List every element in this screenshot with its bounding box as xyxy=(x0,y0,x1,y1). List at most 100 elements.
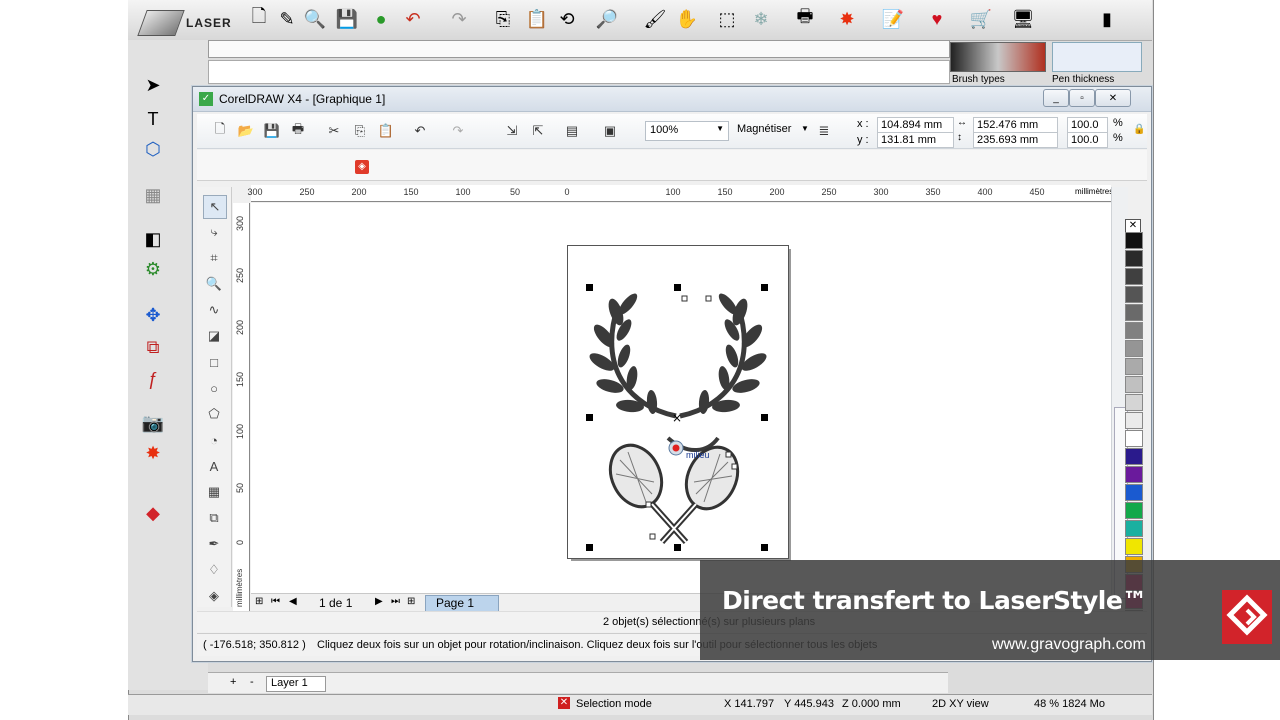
brush-icon[interactable]: 🖌 xyxy=(642,6,668,32)
snowflake-icon[interactable]: ❄ xyxy=(748,6,774,32)
table-tool-icon[interactable]: ▦ xyxy=(203,481,225,503)
interactive-tool-icon[interactable]: ⧉ xyxy=(203,507,225,529)
color-swatch[interactable] xyxy=(1125,286,1143,303)
copy-icon[interactable]: ⎘ xyxy=(351,122,369,140)
gravograph-style-icon[interactable]: ◆ xyxy=(140,500,166,526)
zoom-select[interactable]: 100% ▼ xyxy=(645,121,729,141)
new-icon[interactable]: 🗋 xyxy=(211,121,229,140)
zoom-tool-icon[interactable]: 🔍 xyxy=(203,273,225,295)
eyedropper-tool-icon[interactable]: ✒ xyxy=(203,533,225,555)
rectangle-tool-icon[interactable]: □ xyxy=(203,351,225,373)
print-icon[interactable]: 🖶 xyxy=(792,6,818,32)
color-swatch[interactable] xyxy=(1125,466,1143,483)
arrow-tool-icon[interactable]: ➤ xyxy=(140,72,166,98)
close-mode-icon[interactable]: ✕ xyxy=(558,697,570,709)
color-swatch[interactable] xyxy=(1125,520,1143,537)
duplicate-tool-icon[interactable]: ⧉ xyxy=(140,334,166,360)
print-icon[interactable]: 🖶 xyxy=(289,121,307,140)
heart-icon[interactable]: ♥ xyxy=(924,6,950,32)
gear-tool-icon[interactable]: ⚙ xyxy=(140,256,166,282)
save-icon[interactable]: 💾 xyxy=(334,6,360,32)
width-field[interactable]: 152.476 mm xyxy=(973,117,1058,133)
next-page-icon[interactable]: ▶ xyxy=(375,596,383,607)
snap-chevron-icon[interactable]: ▼ xyxy=(801,124,809,133)
color-swatch[interactable] xyxy=(1125,484,1143,501)
color-swatch[interactable] xyxy=(1125,430,1143,447)
basic-shapes-tool-icon[interactable]: ◔ xyxy=(203,429,225,451)
crop-tool-icon[interactable]: ⌗ xyxy=(203,247,225,269)
laser-tool-icon[interactable]: ✸ xyxy=(140,440,166,466)
laserstyle-transfer-icon[interactable]: ◈ xyxy=(355,160,369,174)
camera-tool-icon[interactable]: 📷 xyxy=(140,410,166,436)
window-titlebar[interactable]: ✓ CorelDRAW X4 - [Graphique 1] _ ▫ ✕ xyxy=(193,87,1151,112)
select-arrow-icon[interactable]: ⬚ xyxy=(714,6,740,32)
remove-layer-button[interactable]: - xyxy=(250,676,254,688)
color-swatch[interactable] xyxy=(1125,340,1143,357)
shape-tool-icon[interactable]: ⬡ xyxy=(140,136,166,162)
first-page-icon[interactable]: ⏮ xyxy=(271,596,280,607)
add-layer-button[interactable]: + xyxy=(230,676,236,688)
color-swatch[interactable] xyxy=(1125,394,1143,411)
height-field[interactable]: 235.693 mm xyxy=(973,132,1058,148)
drawing-page[interactable]: × milieu xyxy=(567,245,789,559)
color-swatch[interactable] xyxy=(1125,358,1143,375)
color-swatch[interactable] xyxy=(1125,268,1143,285)
options-icon[interactable]: ≣ xyxy=(815,122,833,140)
color-swatch[interactable] xyxy=(1125,448,1143,465)
redo-icon[interactable]: ↷ xyxy=(446,6,472,32)
freehand-tool-icon[interactable]: ∿ xyxy=(203,299,225,321)
snap-menu[interactable]: Magnétiser xyxy=(737,123,791,135)
color-swatch[interactable] xyxy=(1125,250,1143,267)
engrave-tool-icon[interactable]: ◧ xyxy=(140,226,166,252)
cut-icon[interactable]: ✂ xyxy=(325,122,343,140)
move-tool-icon[interactable]: ✥ xyxy=(140,302,166,328)
find-icon[interactable]: 🔍 xyxy=(302,6,328,32)
image-tool-icon[interactable]: ▦ xyxy=(140,182,166,208)
notes-icon[interactable]: 📝 xyxy=(880,6,906,32)
color-swatch[interactable] xyxy=(1125,322,1143,339)
hand-icon[interactable]: ✋ xyxy=(674,6,700,32)
export-icon[interactable]: ⇱ xyxy=(529,122,547,140)
lock-ratio-icon[interactable]: 🔒 xyxy=(1133,124,1145,135)
cart-icon[interactable]: 🛒 xyxy=(968,6,994,32)
copy-icon[interactable]: ⎘ xyxy=(490,6,516,32)
scale-y-field[interactable]: 100.0 xyxy=(1067,132,1108,148)
prev-page-icon[interactable]: ◀ xyxy=(289,596,297,607)
open-icon[interactable]: ✎ xyxy=(274,6,300,32)
color-swatch[interactable] xyxy=(1125,304,1143,321)
page-tab[interactable]: Page 1 xyxy=(425,595,499,612)
text-tool-icon[interactable]: T xyxy=(140,106,166,132)
pen-preview[interactable] xyxy=(1052,42,1142,72)
laser-burst-icon[interactable]: ✸ xyxy=(834,6,860,32)
app-launcher-icon[interactable]: ▤ xyxy=(563,122,581,140)
drawing-canvas[interactable]: × milieu xyxy=(251,203,1111,603)
color-swatch[interactable] xyxy=(1125,376,1143,393)
bottle-icon[interactable]: ▮ xyxy=(1094,6,1120,32)
add-page-after-icon[interactable]: ⊞ xyxy=(407,596,415,607)
no-color-swatch[interactable]: ✕ xyxy=(1125,219,1141,233)
text-tool-icon[interactable]: A xyxy=(203,455,225,477)
ellipse-tool-icon[interactable]: ○ xyxy=(203,377,225,399)
add-page-icon[interactable]: ⊞ xyxy=(255,596,263,607)
x-position-field[interactable]: 104.894 mm xyxy=(877,117,954,133)
outline-tool-icon[interactable]: ♢ xyxy=(203,559,225,581)
zoom-icon[interactable]: 🔎 xyxy=(594,6,620,32)
web-icon[interactable]: ● xyxy=(368,6,394,32)
save-icon[interactable]: 💾 xyxy=(263,122,281,140)
close-button[interactable]: ✕ xyxy=(1095,89,1131,107)
import-icon[interactable]: ⇲ xyxy=(503,122,521,140)
open-folder-icon[interactable]: 📂 xyxy=(237,122,255,140)
new-doc-icon[interactable]: 🗋 xyxy=(246,6,272,32)
welcome-icon[interactable]: ▣ xyxy=(601,122,619,140)
redo-icon[interactable]: ↷ xyxy=(449,122,467,140)
smart-fill-tool-icon[interactable]: ◪ xyxy=(203,325,225,347)
color-swatch[interactable] xyxy=(1125,502,1143,519)
fill-tool-icon[interactable]: ◈ xyxy=(203,585,225,607)
layer-name[interactable]: Layer 1 xyxy=(266,676,326,692)
paste-icon[interactable]: 📋 xyxy=(377,122,395,140)
pick-tool-icon[interactable]: ↖ xyxy=(203,195,227,219)
undo-icon[interactable]: ↶ xyxy=(400,6,426,32)
computer-icon[interactable]: 🖥 xyxy=(1010,6,1036,32)
minimize-button[interactable]: _ xyxy=(1043,89,1069,107)
color-swatch[interactable] xyxy=(1125,538,1143,555)
